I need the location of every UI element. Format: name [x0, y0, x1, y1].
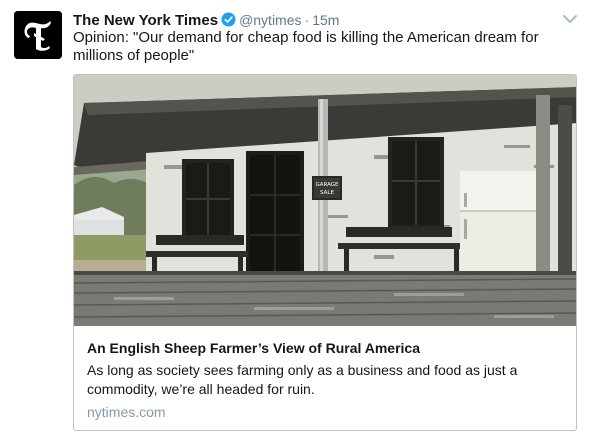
timestamp[interactable]: 15m — [312, 12, 339, 28]
nyt-logo-icon — [14, 11, 62, 59]
card-title[interactable]: An English Sheep Farmer’s View of Rural … — [87, 339, 567, 357]
garage-sale-sign: GARAGE — [315, 182, 339, 188]
chevron-down-icon[interactable] — [562, 12, 578, 24]
separator-dot: · — [304, 12, 310, 28]
tweet[interactable]: The New York Times @nytimes · 15m Opinion: … — [0, 0, 598, 442]
card-domain[interactable]: nytimes.com — [87, 403, 166, 421]
tweet-text: Opinion: "Our demand for cheap food is k… — [73, 29, 539, 64]
avatar[interactable] — [14, 11, 62, 59]
card-description: As long as society sees farming only as … — [87, 362, 518, 397]
display-name[interactable]: The New York Times — [73, 12, 218, 29]
svg-text:SALE: SALE — [320, 190, 334, 196]
tweet-header: The New York Times @nytimes · 15m — [73, 10, 339, 30]
link-card[interactable]: GARAGE SALE An English Sheep Farmer’s Vi… — [73, 74, 577, 431]
handle[interactable]: @nytimes — [239, 12, 301, 28]
card-image[interactable]: GARAGE SALE — [74, 75, 576, 326]
